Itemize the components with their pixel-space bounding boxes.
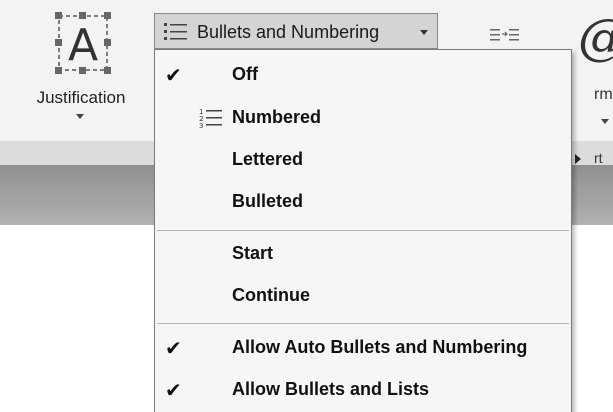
menu-item-label: Allow Auto Bullets and Numbering [232, 337, 528, 357]
bullets-numbering-button[interactable]: Bullets and Numbering [154, 13, 438, 49]
bullets-numbering-menu: ✔ Off 1 2 3 Numbered Lettered Bulleted S… [154, 49, 581, 412]
menu-item-start[interactable]: Start [155, 234, 571, 274]
check-icon: ✔ [165, 380, 182, 402]
bullets-numbering-label: Bullets and Numbering [197, 22, 380, 42]
menu-item-bulleted[interactable]: Bulleted [155, 182, 571, 222]
menu-item-label: Continue [232, 285, 310, 305]
menu-item-continue[interactable]: Continue [155, 276, 571, 316]
menu-item-label: Bulleted [232, 191, 304, 211]
chevron-down-icon[interactable] [601, 119, 609, 124]
menu-item-label: Lettered [232, 149, 304, 169]
menu-item-label: Numbered [232, 107, 322, 127]
menu-item-numbered[interactable]: 1 2 3 Numbered [155, 98, 571, 138]
menu-separator [157, 323, 569, 324]
svg-text:3: 3 [199, 122, 203, 129]
chevron-down-icon [420, 30, 428, 35]
partial-label: rm [594, 86, 613, 103]
menu-item-off[interactable]: ✔ Off [155, 55, 571, 95]
menu-item-label: Start [232, 243, 274, 263]
numbered-list-icon: 1 2 3 [199, 108, 222, 129]
menu-separator [157, 230, 569, 231]
chevron-right-icon [575, 154, 581, 164]
text-justification-icon: A [55, 12, 111, 74]
field-icon[interactable]: @ [578, 10, 613, 64]
check-icon: ✔ [165, 65, 182, 87]
check-icon: ✔ [165, 338, 182, 360]
bulleted-list-icon [164, 23, 187, 40]
menu-item-allow-auto-bullets[interactable]: ✔ Allow Auto Bullets and Numbering [155, 328, 571, 368]
justification-label: Justification [36, 88, 126, 107]
justification-button[interactable]: A Justification [18, 8, 144, 123]
text-alignment-icon[interactable] [488, 25, 522, 47]
partial-label: rt [594, 150, 603, 166]
menu-item-lettered[interactable]: Lettered [155, 140, 581, 180]
menu-item-allow-bullets-lists[interactable]: ✔ Allow Bullets and Lists [155, 370, 571, 410]
menu-item-label: Allow Bullets and Lists [232, 379, 430, 399]
svg-text:A: A [68, 20, 98, 71]
svg-text:@: @ [578, 10, 613, 64]
chevron-down-icon[interactable] [76, 114, 84, 119]
menu-item-label: Off [232, 64, 258, 84]
